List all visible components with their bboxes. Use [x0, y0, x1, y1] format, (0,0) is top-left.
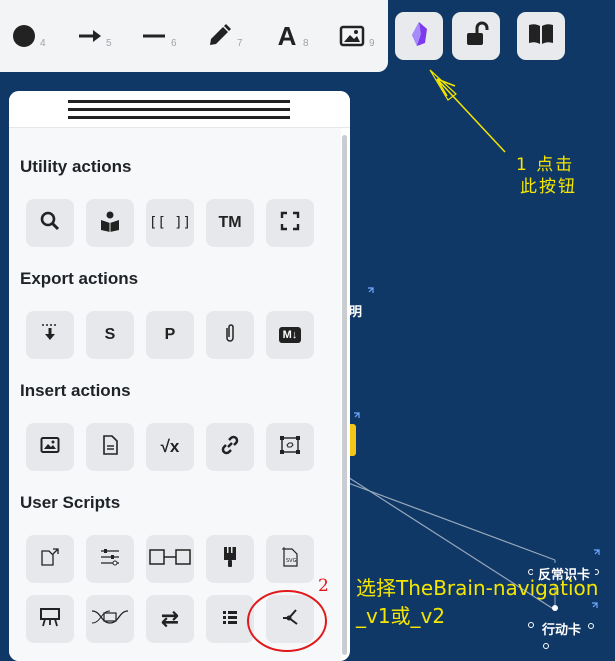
annotation-step2-number: 2 [318, 576, 329, 596]
annotation-arrow [436, 78, 506, 153]
annotation-step2-line2: _v1或_v2 [356, 604, 446, 628]
annotation-step1-line2: 此按钮 [520, 177, 577, 197]
highlight-circle [247, 590, 327, 652]
annotation-overlay [247, 69, 506, 652]
annotation-step2: 选择TheBrain-navigation [356, 576, 599, 600]
